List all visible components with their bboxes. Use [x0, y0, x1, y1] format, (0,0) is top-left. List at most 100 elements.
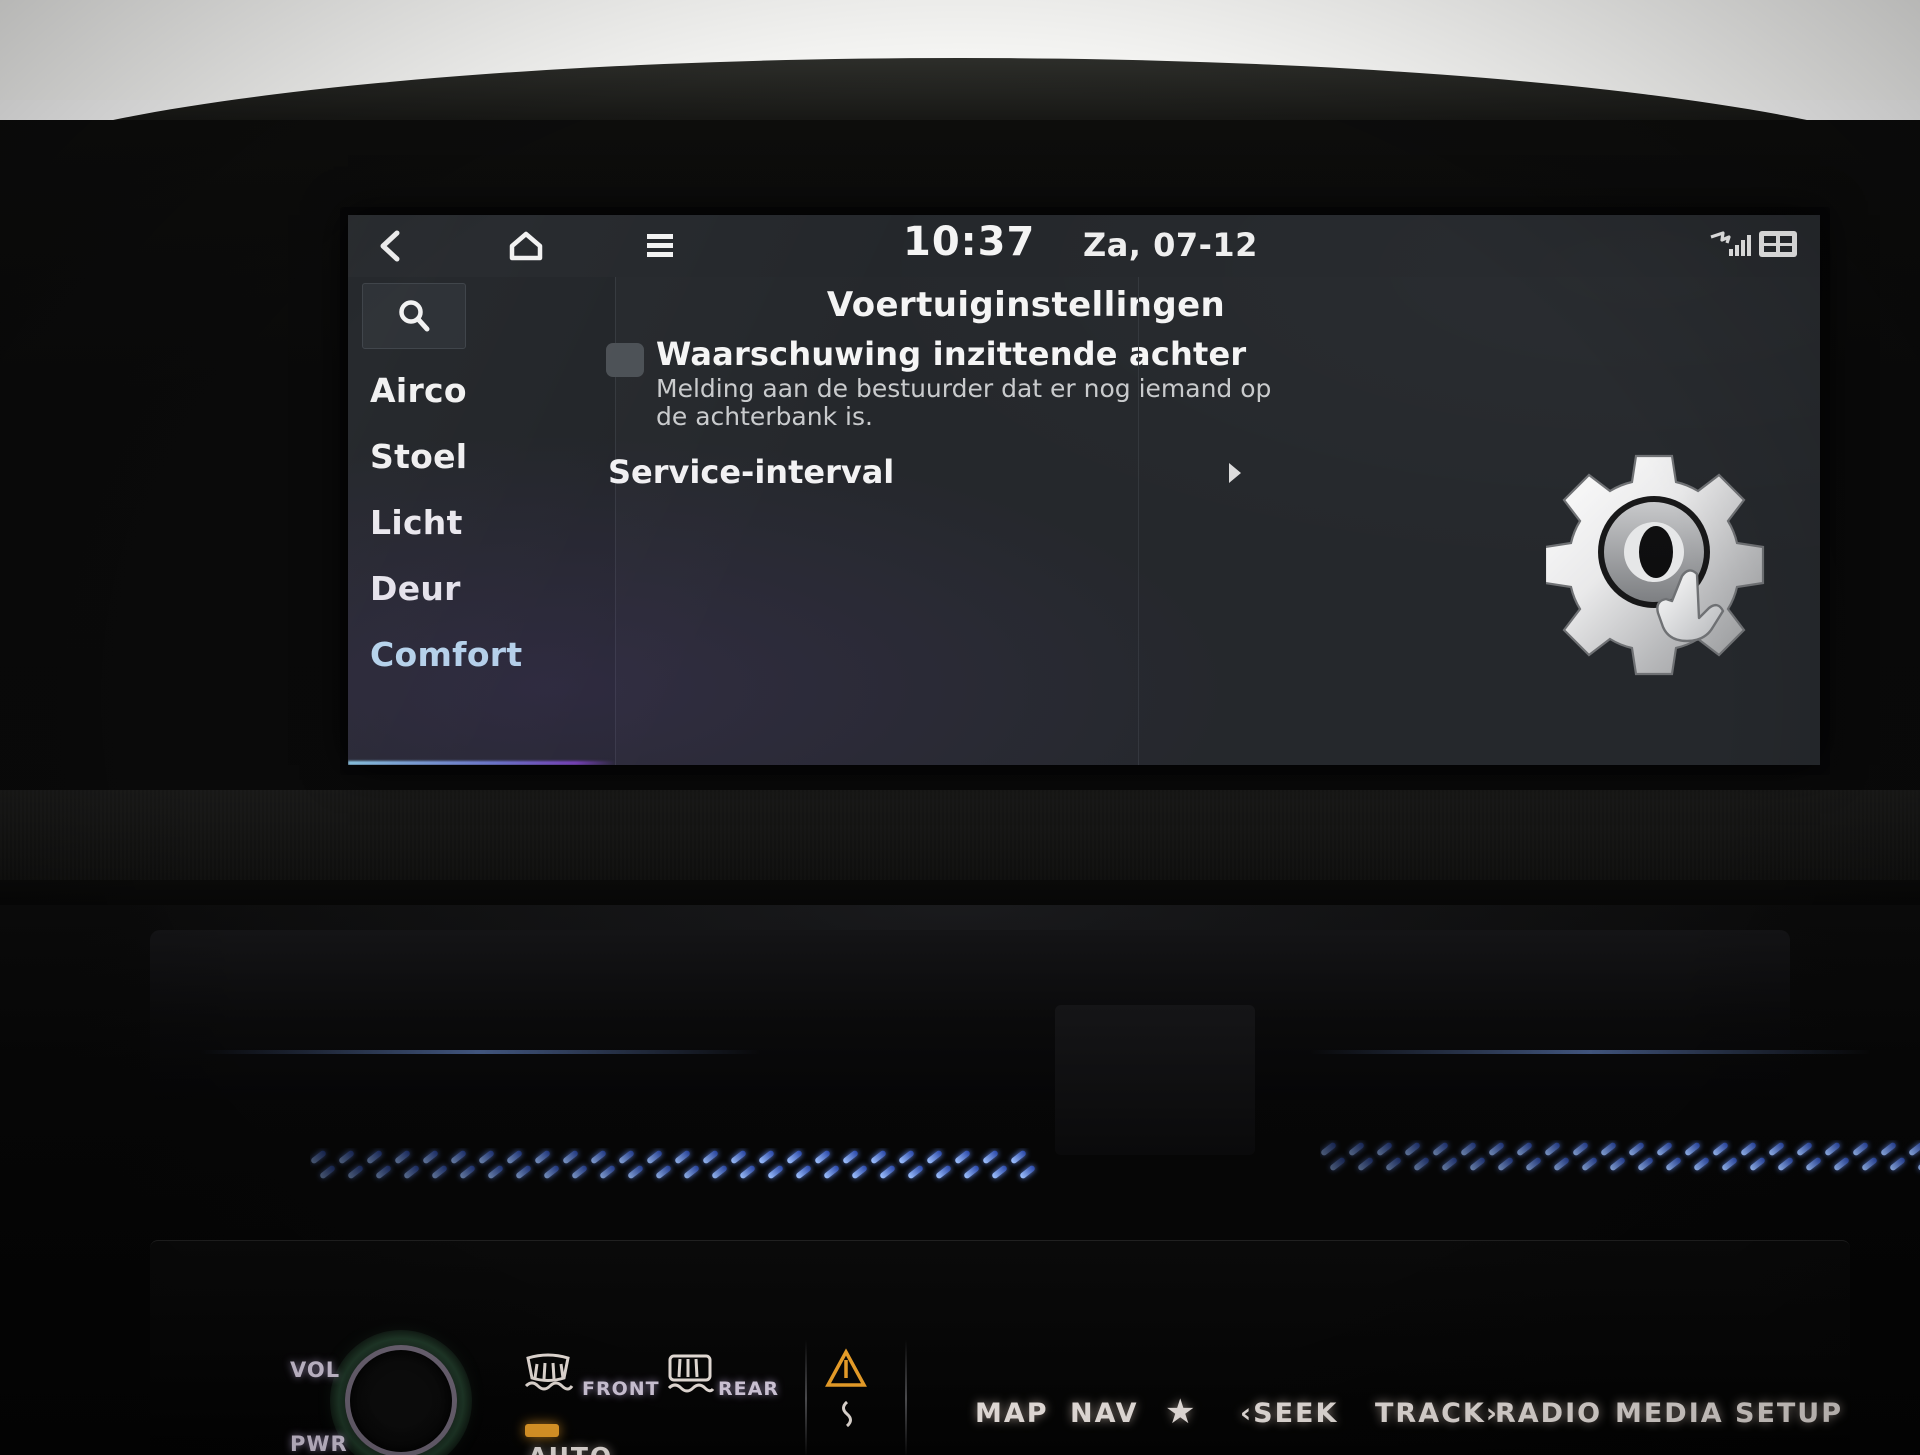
clock-date: Za, 07-12 [1083, 226, 1258, 264]
led-segment [1320, 1141, 1338, 1157]
led-vent-strip-left [310, 1148, 1050, 1192]
led-segment [1440, 1156, 1459, 1172]
led-segment [878, 1164, 897, 1180]
led-segment [1683, 1141, 1702, 1157]
auto-label[interactable]: AUTO [528, 1442, 613, 1455]
led-segment [738, 1164, 757, 1180]
led-segment [841, 1149, 860, 1165]
dashboard-photo: VOL PWR FRONT REAR AUTO MAP NAV ★ ‹SEEK TRAC… [0, 0, 1920, 1455]
led-segment [1804, 1156, 1823, 1172]
led-segment [925, 1149, 944, 1165]
console-button-radio[interactable]: RADIO [1495, 1398, 1602, 1429]
hazard-indicator-icon[interactable] [825, 1348, 867, 1390]
led-segment [1384, 1156, 1403, 1172]
home-button[interactable] [484, 215, 568, 277]
console-button-seek[interactable]: ‹SEEK [1240, 1398, 1338, 1429]
led-segment [449, 1149, 468, 1165]
led-segment [1627, 1141, 1646, 1157]
occupant-alert-description: Melding aan de bestuurder dat er nog iem… [656, 374, 1272, 431]
led-segment [673, 1149, 692, 1165]
led-segment [1748, 1156, 1767, 1172]
search-button[interactable] [362, 283, 466, 349]
led-segment [766, 1164, 785, 1180]
menu-button[interactable] [618, 215, 702, 277]
rear-defrost-label: REAR [718, 1378, 779, 1400]
led-segment [654, 1164, 673, 1180]
status-indicators [1709, 229, 1798, 259]
vent-accent-right [1310, 1050, 1870, 1054]
led-segment [1375, 1141, 1394, 1157]
led-segment [757, 1149, 776, 1165]
led-segment [981, 1149, 1000, 1165]
sidebar-item-label: Deur [370, 568, 461, 608]
led-segment [589, 1149, 608, 1165]
led-segment [337, 1149, 356, 1165]
console-button-setup[interactable]: SETUP [1735, 1398, 1843, 1429]
occupant-alert-checkbox[interactable] [606, 343, 644, 377]
sidebar-item-label: Stoel [370, 436, 468, 476]
service-interval-label: Service-interval [608, 453, 895, 491]
led-segment [990, 1164, 1009, 1180]
led-segment [794, 1164, 813, 1180]
led-segment [570, 1164, 589, 1180]
led-segment [1552, 1156, 1571, 1172]
sidebar-item-stoel[interactable]: Stoel [348, 423, 616, 489]
led-segment [533, 1149, 552, 1165]
back-button[interactable] [348, 215, 432, 277]
hazard-lights-button[interactable] [1055, 1005, 1255, 1155]
console-button-track[interactable]: TRACK› [1375, 1398, 1499, 1429]
led-segment [421, 1149, 440, 1165]
led-segment [906, 1164, 925, 1180]
infotainment-screen[interactable]: 10:37 Za, 07-12 Airco Stoel Licht Deur C… [348, 215, 1820, 765]
seat-heat-icon[interactable] [833, 1400, 861, 1434]
page-title: Voertuiginstellingen [826, 285, 1226, 325]
led-segment [542, 1164, 561, 1180]
led-segment [365, 1149, 384, 1165]
led-segment [1655, 1141, 1674, 1157]
sim-card-icon [1759, 231, 1797, 257]
home-icon [509, 231, 543, 261]
sidebar-item-airco[interactable]: Airco [348, 357, 616, 423]
led-segment [1496, 1156, 1515, 1172]
volume-knob[interactable] [345, 1345, 457, 1455]
led-segment [430, 1164, 449, 1180]
sidebar-item-label: Licht [370, 502, 463, 542]
led-segment [1832, 1156, 1851, 1172]
sidebar-item-licht[interactable]: Licht [348, 489, 616, 555]
led-segment [617, 1149, 636, 1165]
front-defrost-icon[interactable] [522, 1352, 574, 1396]
led-segment [813, 1149, 832, 1165]
signal-strength-icon [1710, 231, 1751, 256]
led-segment [869, 1149, 888, 1165]
led-segment [1776, 1156, 1795, 1172]
led-segment [514, 1164, 533, 1180]
console-button-media[interactable]: MEDIA [1615, 1398, 1724, 1429]
settings-content: Voertuiginstellingen Waarschuwing inzitt… [606, 277, 1820, 765]
sidebar-item-comfort[interactable]: Comfort [348, 621, 616, 687]
console-button-map[interactable]: MAP [975, 1398, 1049, 1429]
led-segment [1347, 1141, 1366, 1157]
led-segment [402, 1164, 421, 1180]
led-segment [1580, 1156, 1599, 1172]
rear-defrost-icon[interactable] [665, 1352, 715, 1396]
led-segment [561, 1149, 580, 1165]
led-segment [310, 1149, 328, 1165]
setting-row-occupant-alert[interactable]: Waarschuwing inzittende achter Melding a… [606, 335, 1406, 447]
console-button-nav[interactable]: NAV [1070, 1398, 1139, 1429]
console-button-[interactable]: ★ [1165, 1392, 1197, 1432]
led-vent-strip-right [1320, 1140, 1920, 1184]
led-segment [1823, 1141, 1842, 1157]
sidebar-item-deur[interactable]: Deur [348, 555, 616, 621]
led-segment [1636, 1156, 1655, 1172]
search-icon [399, 300, 430, 332]
setting-row-service-interval[interactable]: Service-interval [608, 453, 1406, 523]
led-segment [1720, 1156, 1739, 1172]
led-segment [1664, 1156, 1683, 1172]
led-segment [626, 1164, 645, 1180]
led-segment [1543, 1141, 1562, 1157]
led-segment [701, 1149, 720, 1165]
led-segment [1608, 1156, 1627, 1172]
led-segment [458, 1164, 477, 1180]
led-segment [1356, 1156, 1375, 1172]
settings-list: Waarschuwing inzittende achter Melding a… [606, 335, 1406, 765]
